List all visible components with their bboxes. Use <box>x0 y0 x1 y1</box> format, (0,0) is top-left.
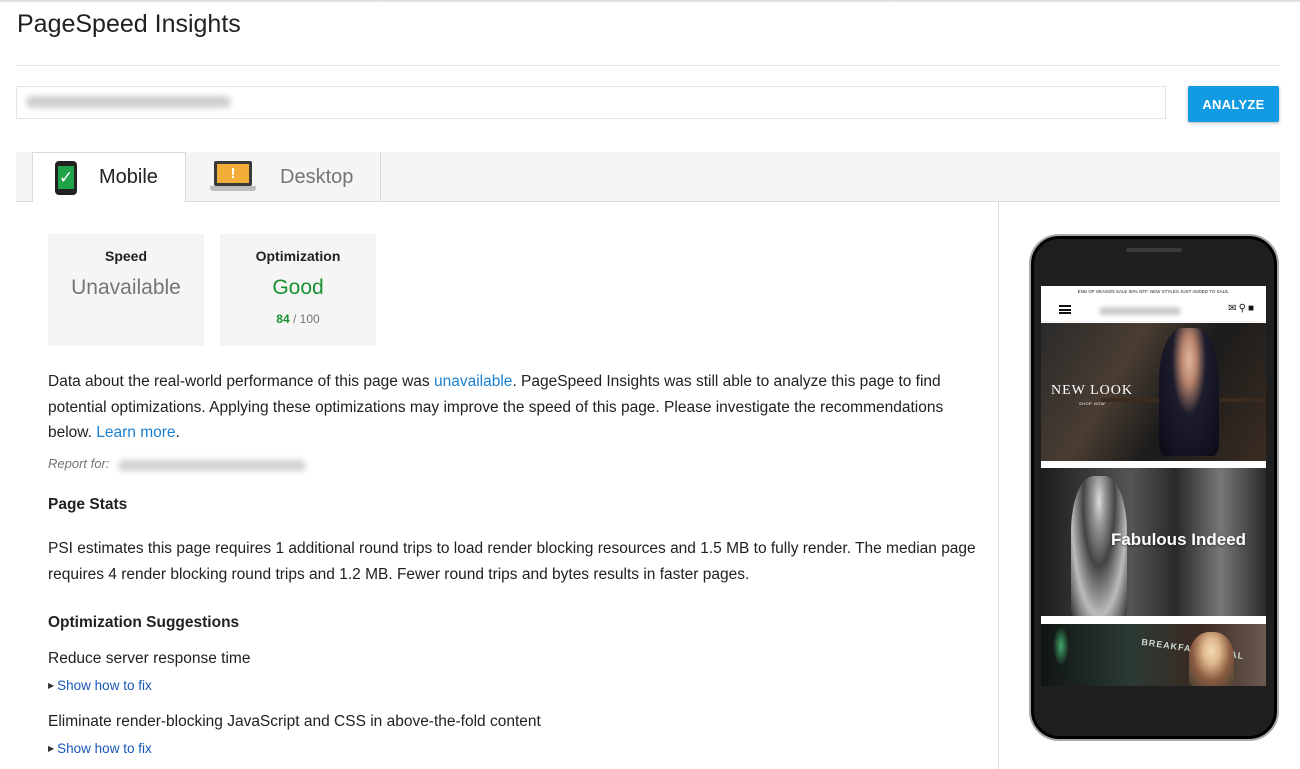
expand-triangle-icon: ▶ <box>48 744 55 753</box>
optimization-value: Good <box>272 276 324 299</box>
suggestion-title: Eliminate render-blocking JavaScript and… <box>48 713 541 730</box>
app-title: PageSpeed Insights <box>17 10 241 38</box>
unavailable-link[interactable]: unavailable <box>434 373 512 390</box>
shopping-bag-icon: ■ <box>1247 303 1256 314</box>
hamburger-menu-icon <box>1059 305 1071 314</box>
search-icon: ⚲ <box>1238 303 1248 314</box>
preview-brand-text: NEW LOOK <box>1051 383 1134 398</box>
optimization-score-max: / 100 <box>293 312 320 326</box>
tab-desktop[interactable]: ! Desktop <box>186 152 381 202</box>
preview-hero-text: Fabulous Indeed <box>1110 530 1247 549</box>
header-divider <box>16 65 1280 66</box>
device-tabbar: ✓ Mobile ! Desktop <box>16 152 1280 203</box>
report-for-label: Report for: <box>48 456 110 471</box>
tab-mobile[interactable]: ✓ Mobile <box>32 152 186 203</box>
preview-hero-new-look: NEW LOOK SHOP NOW <box>1041 323 1266 461</box>
page-stats-text: PSI estimates this page requires 1 addit… <box>48 540 976 583</box>
show-how-to-fix-link[interactable]: ▶ Show how to fix <box>48 678 152 693</box>
intro-paragraph: Data about the real-world performance of… <box>48 369 988 446</box>
preview-hero-third: BREAKFA CENTRAL <box>1041 624 1266 686</box>
speed-heading: Speed <box>104 248 147 264</box>
page-stats-heading: Page Stats <box>48 496 128 513</box>
content-divider <box>998 202 999 769</box>
mobile-screenshot-preview: END OF SEASON SALE 50% OFF. NEW STYLES J… <box>1041 286 1266 686</box>
optimization-heading: Optimization <box>255 248 341 264</box>
top-shadow <box>0 0 1300 3</box>
intro-text-1: Data about the real-world performance of… <box>48 373 434 390</box>
show-how-to-fix-label: Show how to fix <box>57 741 152 756</box>
laptop-warning-icon: ! <box>210 161 256 193</box>
suggestion-title: Reduce server response time <box>48 650 251 667</box>
optimization-suggestions-heading: Optimization Suggestions <box>48 614 240 631</box>
blurred-report-url <box>118 460 306 471</box>
intro-text-3: . <box>175 424 180 441</box>
mobile-phone-check-icon: ✓ <box>55 160 77 195</box>
phone-speaker <box>1126 248 1182 252</box>
expand-triangle-icon: ▶ <box>48 681 55 690</box>
blurred-url-value <box>26 96 231 108</box>
optimization-score-number: 84 <box>276 312 290 326</box>
show-how-to-fix-label: Show how to fix <box>57 678 152 693</box>
model-photo <box>1159 328 1219 456</box>
mail-icon: ✉ <box>1228 303 1239 314</box>
optimization-score-card: Optimization Good 84 / 100 <box>220 234 376 346</box>
blurred-site-logo <box>1099 307 1181 315</box>
model-photo <box>1189 632 1234 686</box>
show-how-to-fix-link[interactable]: ▶ Show how to fix <box>48 741 152 756</box>
optimization-score: 84 / 100 <box>220 312 376 326</box>
preview-site-nav: ✉⚲■ <box>1041 298 1266 322</box>
speed-value: Unavailable <box>71 276 181 299</box>
tab-mobile-label: Mobile <box>99 166 158 188</box>
learn-more-link[interactable]: Learn more <box>96 424 175 441</box>
preview-shop-now: SHOP NOW <box>1079 401 1106 406</box>
speed-score-card: Speed Unavailable <box>48 234 204 346</box>
preview-nav-icons: ✉⚲■ <box>1228 303 1256 314</box>
analyze-button[interactable]: ANALYZE <box>1188 86 1279 122</box>
preview-promo-bar: END OF SEASON SALE 50% OFF. NEW STYLES J… <box>1077 289 1230 294</box>
preview-hero-fabulous: Fabulous Indeed <box>1041 468 1266 616</box>
tab-desktop-label: Desktop <box>280 165 354 188</box>
